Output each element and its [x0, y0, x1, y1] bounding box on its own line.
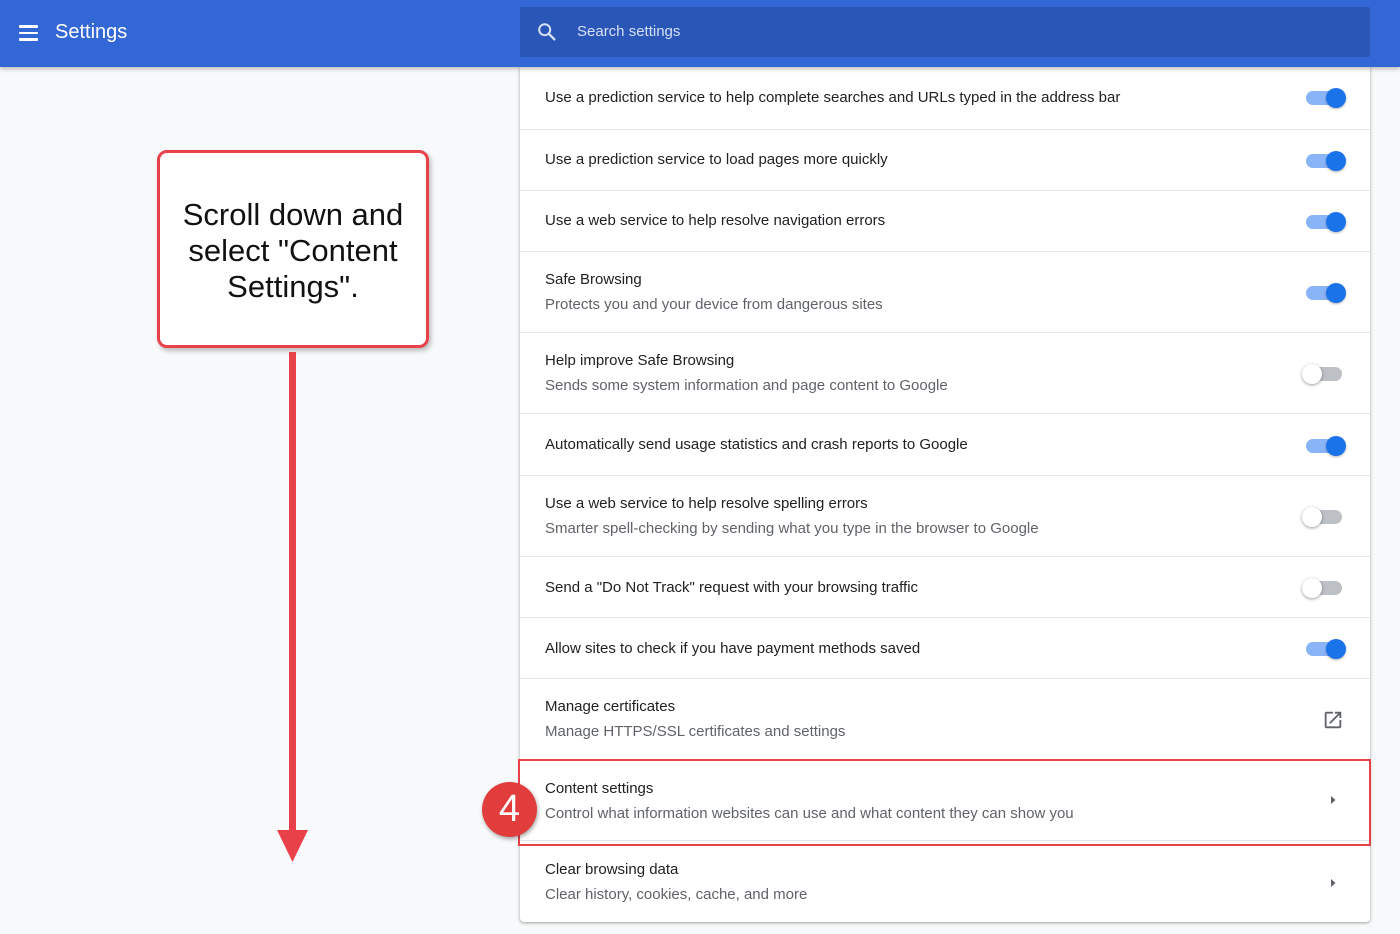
- setting-sublabel: Manage HTTPS/SSL certificates and settin…: [545, 723, 846, 740]
- setting-label: Automatically send usage statistics and …: [545, 436, 968, 453]
- setting-label: Use a prediction service to load pages m…: [545, 151, 888, 168]
- toggle-switch[interactable]: [1302, 505, 1346, 529]
- toggle-switch[interactable]: [1302, 576, 1346, 600]
- chevron-right-icon[interactable]: [1325, 875, 1341, 891]
- setting-sublabel: Protects you and your device from danger…: [545, 296, 883, 313]
- toggle-switch[interactable]: [1306, 434, 1346, 458]
- setting-label: Safe Browsing: [545, 271, 642, 288]
- scroll-arrow-line: [289, 352, 296, 834]
- setting-row-usage-statistics[interactable]: Automatically send usage statistics and …: [520, 413, 1370, 475]
- search-input[interactable]: Search settings: [520, 7, 1370, 57]
- menu-icon[interactable]: [14, 19, 44, 47]
- toggle-switch[interactable]: [1306, 86, 1346, 110]
- search-icon: [538, 23, 556, 41]
- open-in-new-icon[interactable]: [1322, 709, 1344, 731]
- setting-row-improve-safe-browsing[interactable]: Help improve Safe Browsing Sends some sy…: [520, 332, 1370, 413]
- toggle-switch[interactable]: [1306, 210, 1346, 234]
- step-number-badge: 4: [482, 782, 537, 837]
- setting-row-do-not-track[interactable]: Send a "Do Not Track" request with your …: [520, 556, 1370, 617]
- toggle-switch[interactable]: [1306, 149, 1346, 173]
- setting-label: Use a web service to help resolve naviga…: [545, 212, 886, 229]
- setting-row-content-settings[interactable]: Content settings Control what informatio…: [520, 759, 1370, 840]
- setting-label: Allow sites to check if you have payment…: [545, 640, 921, 657]
- toggle-switch[interactable]: [1306, 281, 1346, 305]
- setting-sublabel: Smarter spell-checking by sending what y…: [545, 520, 1039, 537]
- setting-label: Send a "Do Not Track" request with your …: [545, 579, 919, 596]
- page-title: Settings: [55, 21, 128, 43]
- instruction-callout: Scroll down and select "Content Settings…: [157, 150, 429, 348]
- setting-label: Help improve Safe Browsing: [545, 352, 735, 369]
- setting-row-spelling-errors[interactable]: Use a web service to help resolve spelli…: [520, 475, 1370, 556]
- callout-text: Scroll down and select "Content Settings…: [182, 197, 404, 304]
- setting-sublabel: Control what information websites can us…: [545, 805, 1074, 822]
- toggle-switch[interactable]: [1306, 637, 1346, 661]
- setting-label: Clear browsing data: [545, 861, 679, 878]
- setting-row-page-prediction[interactable]: Use a prediction service to load pages m…: [520, 129, 1370, 190]
- setting-label: Use a prediction service to help complet…: [545, 89, 1121, 106]
- toggle-switch[interactable]: [1302, 362, 1346, 386]
- setting-row-manage-certificates[interactable]: Manage certificates Manage HTTPS/SSL cer…: [520, 678, 1370, 759]
- setting-label: Content settings: [545, 780, 654, 797]
- arrow-down-icon: [277, 830, 308, 862]
- chevron-right-icon[interactable]: [1325, 792, 1341, 808]
- setting-sublabel: Clear history, cookies, cache, and more: [545, 886, 808, 903]
- search-placeholder: Search settings: [577, 23, 681, 40]
- setting-row-payment-methods[interactable]: Allow sites to check if you have payment…: [520, 617, 1370, 678]
- setting-row-search-prediction[interactable]: Use a prediction service to help complet…: [520, 67, 1370, 129]
- app-header: Settings Search settings: [0, 0, 1400, 67]
- setting-row-clear-browsing-data[interactable]: Clear browsing data Clear history, cooki…: [520, 840, 1370, 922]
- settings-card: Use a prediction service to help complet…: [520, 67, 1370, 922]
- setting-sublabel: Sends some system information and page c…: [545, 377, 948, 394]
- setting-label: Manage certificates: [545, 698, 676, 715]
- setting-label: Use a web service to help resolve spelli…: [545, 495, 868, 512]
- setting-row-safe-browsing[interactable]: Safe Browsing Protects you and your devi…: [520, 251, 1370, 332]
- setting-row-navigation-errors[interactable]: Use a web service to help resolve naviga…: [520, 190, 1370, 251]
